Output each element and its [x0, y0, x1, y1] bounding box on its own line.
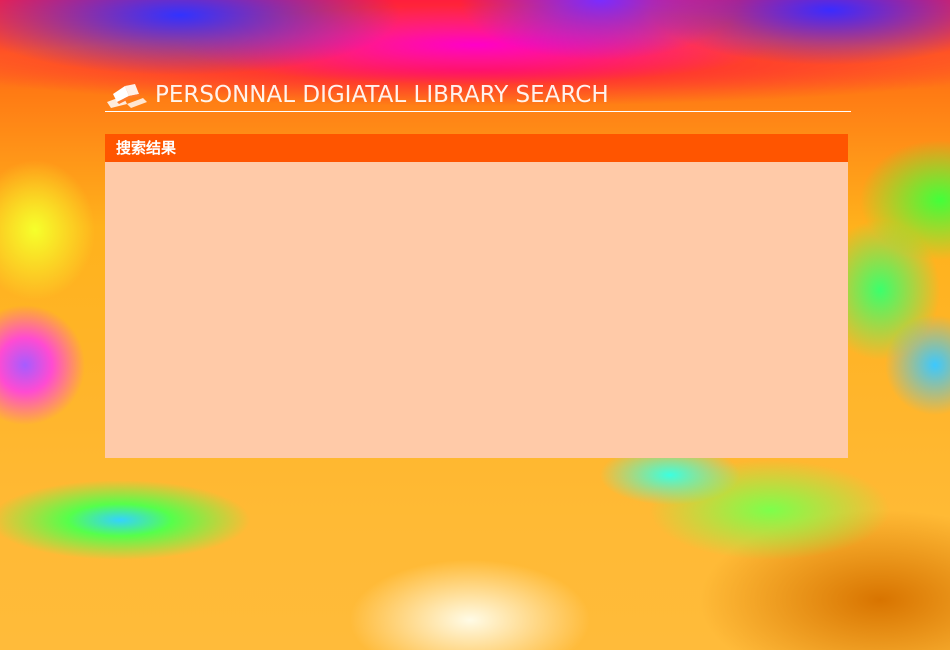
panel-header: 搜索结果	[105, 134, 848, 162]
site-title: PERSONNAL DIGIATAL LIBRARY SEARCH	[155, 82, 609, 108]
site-header: PERSONNAL DIGIATAL LIBRARY SEARCH	[105, 78, 851, 111]
header-divider	[105, 111, 851, 112]
open-book-icon	[105, 82, 147, 108]
search-results-panel: 搜索结果	[105, 134, 848, 458]
panel-title: 搜索结果	[116, 139, 177, 157]
search-results-list	[105, 162, 848, 458]
